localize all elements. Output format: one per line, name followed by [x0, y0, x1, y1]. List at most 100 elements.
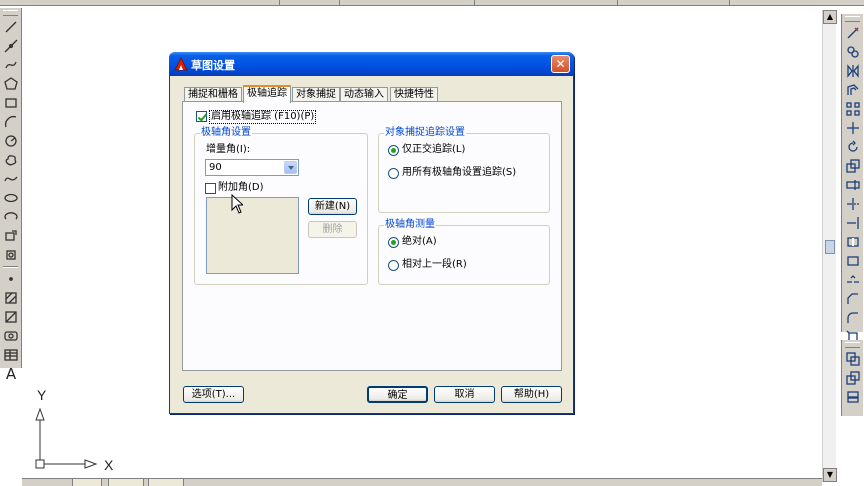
top-toolbar-strip [0, 0, 864, 6]
bring-above-icon[interactable] [844, 388, 862, 406]
point-icon[interactable] [2, 270, 20, 288]
close-button[interactable]: ✕ [551, 55, 570, 73]
polar-tracking-checkbox[interactable] [196, 111, 207, 122]
insert-block-icon[interactable] [2, 227, 20, 245]
layout-tab-strip [22, 478, 822, 486]
polar-angle-settings-title: 极轴角设置 [200, 127, 252, 139]
options-button[interactable]: 选项(T)... [183, 386, 244, 403]
circle-icon[interactable] [2, 132, 20, 150]
scroll-down-icon[interactable]: ▼ [823, 468, 837, 482]
trim-icon[interactable] [844, 195, 862, 213]
all-polar-angles-radio[interactable] [388, 168, 399, 179]
polygon-icon[interactable] [2, 75, 20, 93]
additional-angles-label[interactable]: 附加角(D) [218, 182, 264, 194]
chevron-down-icon[interactable] [284, 161, 297, 174]
draworder-toolbar [841, 340, 863, 416]
gradient-icon[interactable] [2, 308, 20, 326]
toolbar-grip[interactable] [845, 16, 860, 22]
toolbar-grip[interactable] [845, 342, 860, 348]
toolbar-segment [0, 0, 280, 5]
ucs-x-label: X [104, 457, 114, 473]
additional-angles-list[interactable] [206, 197, 299, 274]
copy-icon[interactable] [844, 43, 862, 61]
absolute-radio[interactable] [388, 237, 399, 248]
send-to-back-icon[interactable] [844, 369, 862, 387]
fillet-icon[interactable] [844, 309, 862, 327]
increment-angle-label: 增量角(I): [206, 144, 251, 155]
tab-object-snap[interactable]: 对象捕捉 [292, 87, 340, 102]
scale-icon[interactable] [844, 157, 862, 175]
line-icon[interactable] [2, 18, 20, 36]
ok-button[interactable]: 确定 [367, 386, 428, 403]
scroll-thumb[interactable] [825, 240, 835, 254]
dialog-title: 草图设置 [191, 59, 235, 72]
cancel-button[interactable]: 取消 [434, 386, 495, 403]
offset-icon[interactable] [844, 81, 862, 99]
relative-to-last-segment-radio[interactable] [388, 260, 399, 271]
move-icon[interactable] [844, 119, 862, 137]
table-icon[interactable] [2, 346, 20, 364]
ellipse-arc-icon[interactable] [2, 208, 20, 226]
polar-angle-measurement-title: 极轴角测量 [384, 219, 436, 231]
layout-tab[interactable] [72, 479, 102, 486]
spline-icon[interactable] [2, 170, 20, 188]
new-angle-button[interactable]: 新建(N) [308, 198, 357, 215]
modify-toolbar [841, 14, 863, 344]
object-snap-tracking-title: 对象捕捉追踪设置 [384, 127, 466, 139]
toolbar-separator [3, 266, 18, 268]
layout-tab[interactable] [108, 479, 144, 486]
dialog-title-bar[interactable]: 草图设置 ✕ [169, 52, 574, 76]
multiline-text-icon[interactable]: A [2, 365, 20, 383]
increment-angle-select[interactable]: 90 [205, 159, 299, 176]
tab-snap-and-grid[interactable]: 捕捉和栅格 [184, 87, 242, 102]
tab-polar-tracking[interactable]: 极轴追踪 [243, 85, 291, 103]
polar-tracking-label[interactable]: 启用极轴追踪 (F10)(P) [209, 110, 317, 124]
scroll-up-icon[interactable]: ▲ [823, 10, 837, 24]
arc-icon[interactable] [2, 113, 20, 131]
object-snap-tracking-group: 对象捕捉追踪设置 仅正交追踪(L) 用所有极轴角设置追踪(S) [378, 127, 550, 213]
toolbar-segment [345, 0, 475, 5]
help-button[interactable]: 帮助(H) [501, 386, 562, 403]
hatch-icon[interactable] [2, 289, 20, 307]
mirror-icon[interactable] [844, 62, 862, 80]
break-icon[interactable] [844, 252, 862, 270]
increment-angle-value: 90 [209, 162, 222, 173]
rotate-icon[interactable] [844, 138, 862, 156]
toolbar-grip[interactable] [3, 10, 18, 16]
stretch-icon[interactable] [844, 176, 862, 194]
additional-angles-checkbox[interactable] [205, 183, 216, 194]
extend-icon[interactable] [844, 214, 862, 232]
tab-quick-properties[interactable]: 快捷特性 [390, 87, 438, 102]
array-icon[interactable] [844, 100, 862, 118]
all-polar-angles-label[interactable]: 用所有极轴角设置追踪(S) [402, 167, 516, 179]
bring-to-front-icon[interactable] [844, 350, 862, 368]
ucs-icon: Y X [30, 385, 130, 480]
region-icon[interactable] [2, 327, 20, 345]
construction-line-icon[interactable] [2, 37, 20, 55]
tab-dynamic-input[interactable]: 动态输入 [340, 87, 388, 102]
draw-toolbar: A [0, 8, 22, 382]
make-block-icon[interactable] [2, 246, 20, 264]
join-icon[interactable] [844, 271, 862, 289]
polar-angle-settings-group: 极轴角设置 增量角(I): 90 附加角(D) 新建(N) 删除 [194, 127, 368, 285]
drafting-settings-dialog: 草图设置 ✕ 捕捉和栅格 极轴追踪 对象捕捉 动态输入 快捷特性 启用极轴追踪 … [169, 52, 574, 414]
vertical-scrollbar[interactable]: ▲ ▼ [822, 10, 837, 482]
orthogonal-only-label[interactable]: 仅正交追踪(L) [402, 144, 465, 156]
chamfer-icon[interactable] [844, 290, 862, 308]
relative-to-last-segment-label[interactable]: 相对上一段(R) [402, 259, 467, 271]
layout-tab[interactable] [148, 479, 184, 486]
polar-tracking-panel: 启用极轴追踪 (F10)(P) 极轴角设置 增量角(I): 90 附加角(D) … [182, 101, 562, 371]
absolute-label[interactable]: 绝对(A) [402, 236, 437, 248]
polar-angle-measurement-group: 极轴角测量 绝对(A) 相对上一段(R) [378, 219, 550, 285]
erase-icon[interactable] [844, 24, 862, 42]
break-at-point-icon[interactable] [844, 233, 862, 251]
polyline-icon[interactable] [2, 56, 20, 74]
delete-angle-button[interactable]: 删除 [308, 221, 357, 238]
ellipse-icon[interactable] [2, 189, 20, 207]
orthogonal-only-radio[interactable] [388, 145, 399, 156]
rectangle-icon[interactable] [2, 94, 20, 112]
revision-cloud-icon[interactable] [2, 151, 20, 169]
ucs-y-label: Y [37, 387, 47, 403]
autocad-logo-icon [174, 57, 188, 71]
mouse-pointer-icon [231, 194, 243, 214]
